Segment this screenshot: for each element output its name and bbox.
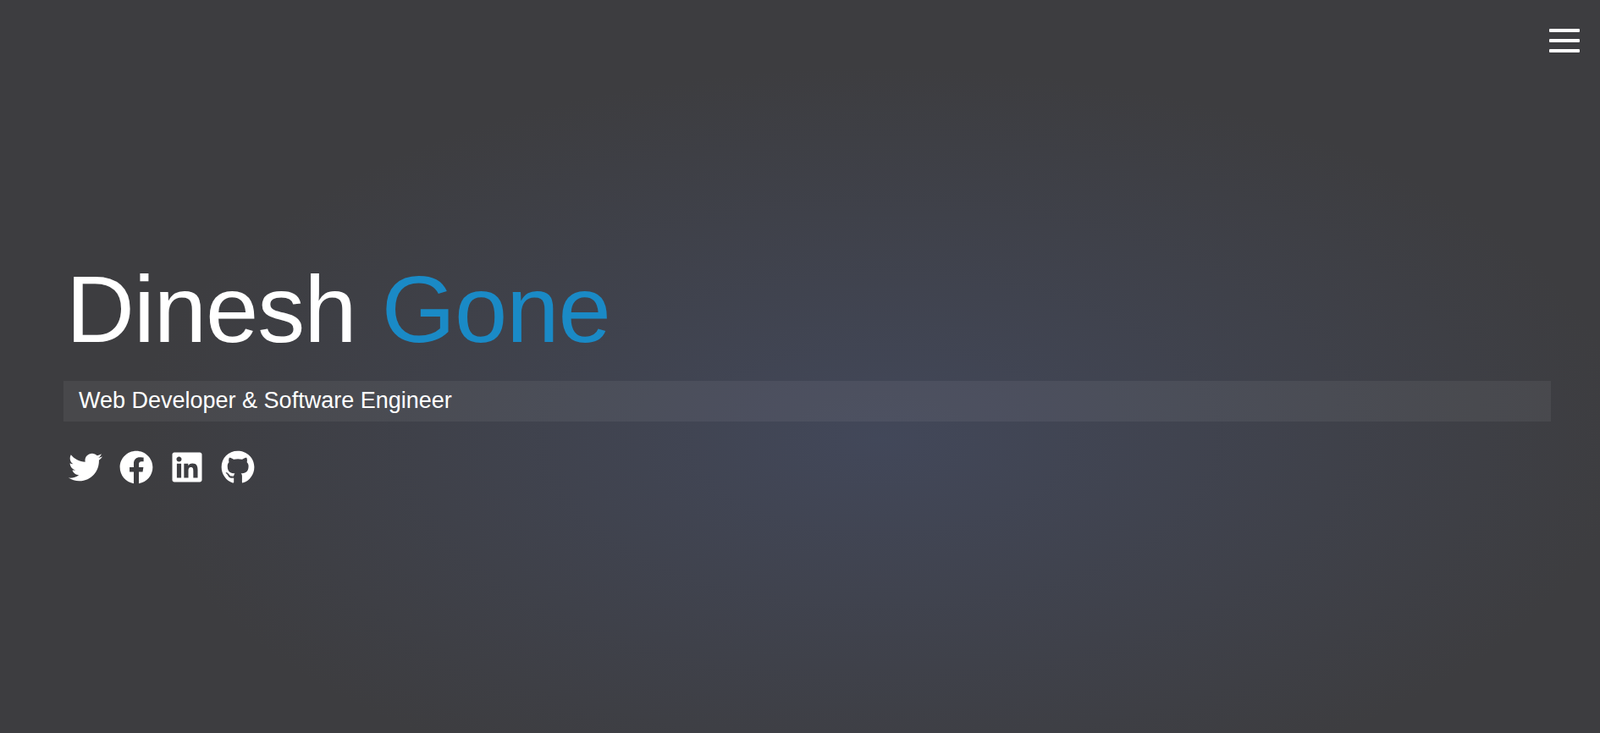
menu-bar	[1549, 28, 1580, 33]
facebook-icon[interactable]	[119, 450, 154, 485]
hero-name: Dinesh Gone	[66, 257, 1551, 362]
linkedin-icon[interactable]	[170, 450, 205, 485]
hero-section: Dinesh Gone Web Developer & Software Engi…	[0, 0, 1600, 733]
hero-name-accent: Gone	[381, 256, 611, 363]
subtitle-bar: Web Developer & Software Engineer	[63, 380, 1551, 422]
menu-bar	[1549, 49, 1580, 53]
menu-bar	[1549, 38, 1580, 43]
menu-icon[interactable]	[1549, 28, 1584, 53]
hero-content: Dinesh Gone Web Developer & Software Engi…	[63, 257, 1551, 484]
github-icon[interactable]	[220, 450, 255, 485]
hero-subtitle: Web Developer & Software Engineer	[78, 387, 453, 414]
twitter-icon[interactable]	[68, 450, 103, 485]
social-links	[63, 450, 1551, 485]
